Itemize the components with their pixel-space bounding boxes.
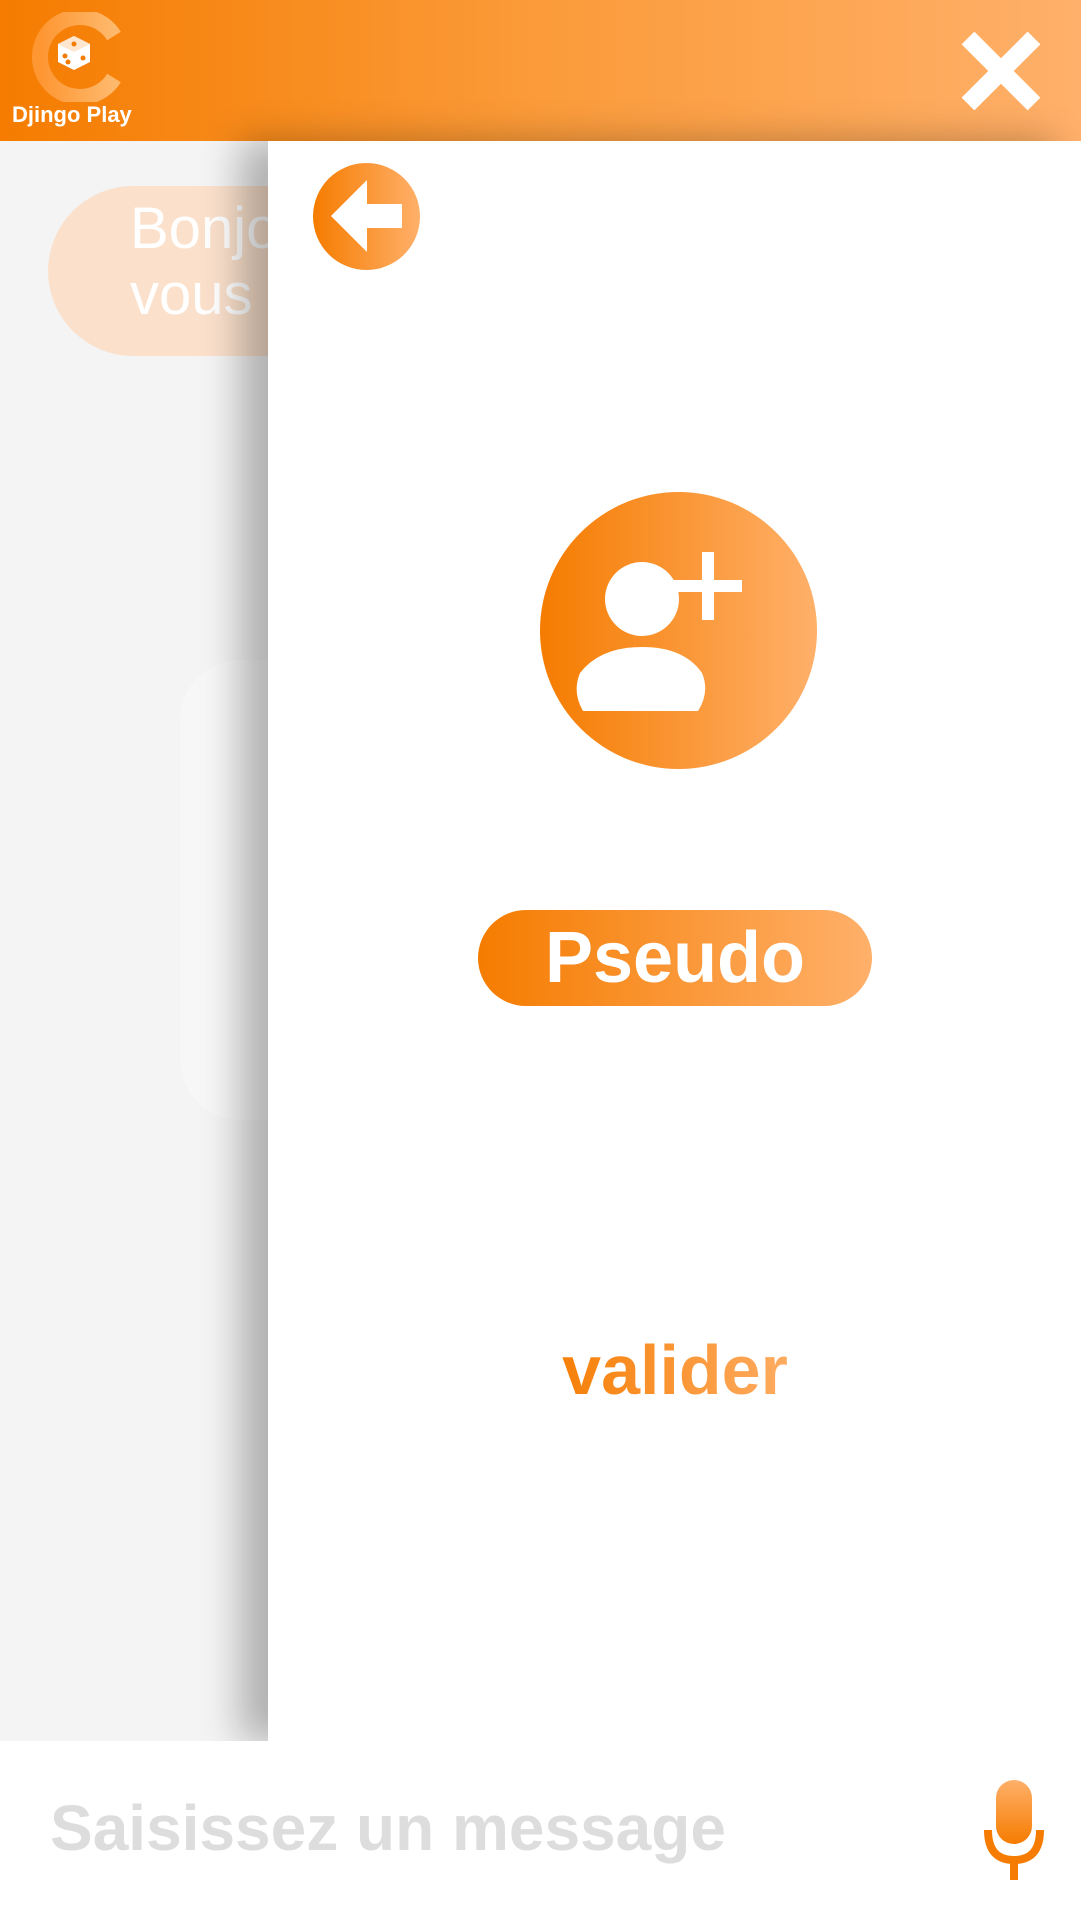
back-button[interactable] <box>313 163 420 270</box>
add-user-icon <box>540 492 817 769</box>
dice-logo-icon <box>31 12 121 102</box>
close-icon <box>961 31 1041 111</box>
arrow-left-icon <box>313 163 420 270</box>
close-button[interactable] <box>960 30 1042 112</box>
app-header: Djingo Play <box>0 0 1081 141</box>
message-input[interactable]: Saisissez un message <box>50 1788 930 1868</box>
pseudo-field[interactable]: Pseudo <box>478 910 872 1006</box>
microphone-button[interactable] <box>984 1780 1044 1880</box>
app-name: Djingo Play <box>12 102 132 127</box>
app-logo: Djingo Play <box>0 0 150 141</box>
add-user-avatar <box>540 492 817 769</box>
microphone-icon <box>984 1780 1044 1880</box>
validate-button[interactable]: valider <box>540 1330 810 1410</box>
